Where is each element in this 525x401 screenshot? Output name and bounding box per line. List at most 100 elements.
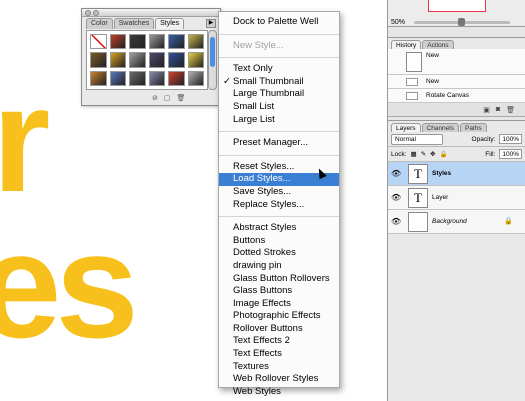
visibility-eye-icon[interactable]: 👁 [391,169,401,178]
palette-menu-arrow-icon[interactable]: ▶ [206,19,216,28]
menu-item-replace-styles[interactable]: Replace Styles... [219,199,339,212]
styles-palette-menu: Dock to Palette Well New Style... Text Onl… [218,11,340,397]
menu-item-drawing-pin[interactable]: drawing pin [219,260,339,273]
style-swatch[interactable] [109,52,126,68]
menu-separator [219,57,339,59]
style-swatch[interactable] [90,34,107,50]
layers-panel: Layers Channels Paths Normal Opacity: 10… [388,120,525,401]
history-state-icon [406,78,418,86]
style-swatch[interactable] [148,34,165,50]
style-swatch[interactable] [187,70,204,86]
history-panel: History Actions New New Rotate Canvas ▣ … [388,37,525,117]
history-snapshot[interactable]: New [388,49,525,75]
snapshot-label: New [426,52,440,59]
style-swatch[interactable] [90,52,107,68]
style-swatch[interactable] [168,52,185,68]
opacity-label: Opacity: [471,135,496,143]
menu-separator [219,154,339,156]
tab-actions[interactable]: Actions [422,40,454,49]
style-swatch[interactable] [168,34,185,50]
new-document-icon[interactable]: ▣ [483,106,490,114]
lock-all-icon[interactable]: 🔒 [440,150,448,158]
layer-row[interactable]: 👁 T Styles [388,162,525,186]
visibility-eye-icon[interactable]: 👁 [391,193,401,202]
menu-item-new-style: New Style... [233,39,284,51]
layer-row[interactable]: 👁 Background 🔒 [388,210,525,234]
blend-options-row: Normal Opacity: 100% [388,132,525,147]
style-swatch[interactable] [168,70,185,86]
tab-paths[interactable]: Paths [459,123,487,132]
menu-item-dock-to-palette-well[interactable]: Dock to Palette Well [219,16,339,29]
lock-image-icon[interactable]: ✎ [421,150,426,158]
style-swatch[interactable] [129,34,146,50]
layer-row[interactable]: 👁 T Layer [388,186,525,210]
lock-transparency-icon[interactable]: ▦ [411,150,417,158]
menu-item-text-effects[interactable]: Text Effects [219,348,339,361]
style-swatch[interactable] [109,70,126,86]
tab-color[interactable]: Color [86,18,113,29]
layer-name: Background [432,218,467,225]
navigator-panel: 50% [388,0,525,27]
menu-item-web-rollover-styles[interactable]: Web Rollover Styles [219,373,339,386]
close-icon[interactable] [85,10,91,16]
menu-item-large-thumbnail[interactable]: Large Thumbnail [219,88,339,101]
menu-item-rollover-buttons[interactable]: Rollover Buttons [219,323,339,336]
navigator-preview[interactable] [428,0,486,12]
lock-position-icon[interactable]: ✥ [430,150,435,158]
menu-item-small-list[interactable]: Small List [219,101,339,114]
palette-scrollbar[interactable] [208,30,217,90]
menu-item-dotted-strokes[interactable]: Dotted Strokes [219,247,339,260]
tab-styles[interactable]: Styles [155,18,185,29]
tab-layers[interactable]: Layers [391,123,421,132]
snapshot-icon[interactable]: ◙ [496,106,500,113]
menu-item-photographic-effects[interactable]: Photographic Effects [219,310,339,323]
style-swatch[interactable] [187,34,204,50]
menu-item-image-effects[interactable]: Image Effects [219,298,339,311]
style-swatch[interactable] [129,70,146,86]
menu-item-glass-button-rollovers[interactable]: Glass Button Rollovers [219,273,339,286]
clear-style-icon[interactable]: ⊘ [152,94,158,102]
fill-label: Fill: [485,150,496,158]
zoom-level[interactable]: 50% [391,19,405,26]
minimize-icon[interactable] [93,10,99,16]
layer-thumbnail [408,212,428,232]
menu-item-preset-manager[interactable]: Preset Manager... [219,137,339,150]
menu-item-text-effects-2[interactable]: Text Effects 2 [219,335,339,348]
palette-titlebar[interactable] [82,9,220,17]
style-swatch[interactable] [90,70,107,86]
style-swatch[interactable] [148,52,165,68]
history-item-label: New [426,78,440,85]
style-swatch[interactable] [109,34,126,50]
blend-mode-select[interactable]: Normal [391,133,443,145]
zoom-slider-knob[interactable] [458,18,465,26]
style-swatch[interactable] [187,52,204,68]
history-item[interactable]: New [388,75,525,89]
menu-item-web-styles[interactable]: Web Styles [219,386,339,399]
tab-swatches[interactable]: Swatches [113,18,155,29]
menu-item-large-list[interactable]: Large List [219,114,339,127]
zoom-slider[interactable] [414,18,510,26]
trash-icon[interactable]: 🗑 [177,94,186,102]
menu-item-text-only[interactable]: Text Only [219,63,339,76]
menu-item-glass-buttons[interactable]: Glass Buttons [219,285,339,298]
layers-tabs: Layers Channels Paths [388,121,525,132]
tab-history[interactable]: History [391,40,422,49]
visibility-eye-icon[interactable]: 👁 [391,217,401,226]
fill-input[interactable]: 100% [499,149,522,159]
menu-item-buttons[interactable]: Buttons [219,235,339,248]
history-tabs: History Actions [388,38,525,49]
scrollbar-thumb[interactable] [210,37,215,67]
opacity-input[interactable]: 100% [499,134,522,144]
style-swatch-grid [86,30,208,90]
style-swatch[interactable] [148,70,165,86]
menu-item-textures[interactable]: Textures [219,361,339,374]
layer-name: Layer [432,194,449,201]
menu-item-save-styles[interactable]: Save Styles... [219,186,339,199]
style-swatch[interactable] [129,52,146,68]
menu-item-abstract-styles[interactable]: Abstract Styles [219,222,339,235]
menu-item-small-thumbnail[interactable]: Small Thumbnail ✓ [219,76,339,89]
trash-icon[interactable]: 🗑 [506,106,515,114]
new-style-icon[interactable]: ▢ [164,94,171,102]
tab-channels[interactable]: Channels [421,123,459,132]
history-item[interactable]: Rotate Canvas [388,89,525,103]
